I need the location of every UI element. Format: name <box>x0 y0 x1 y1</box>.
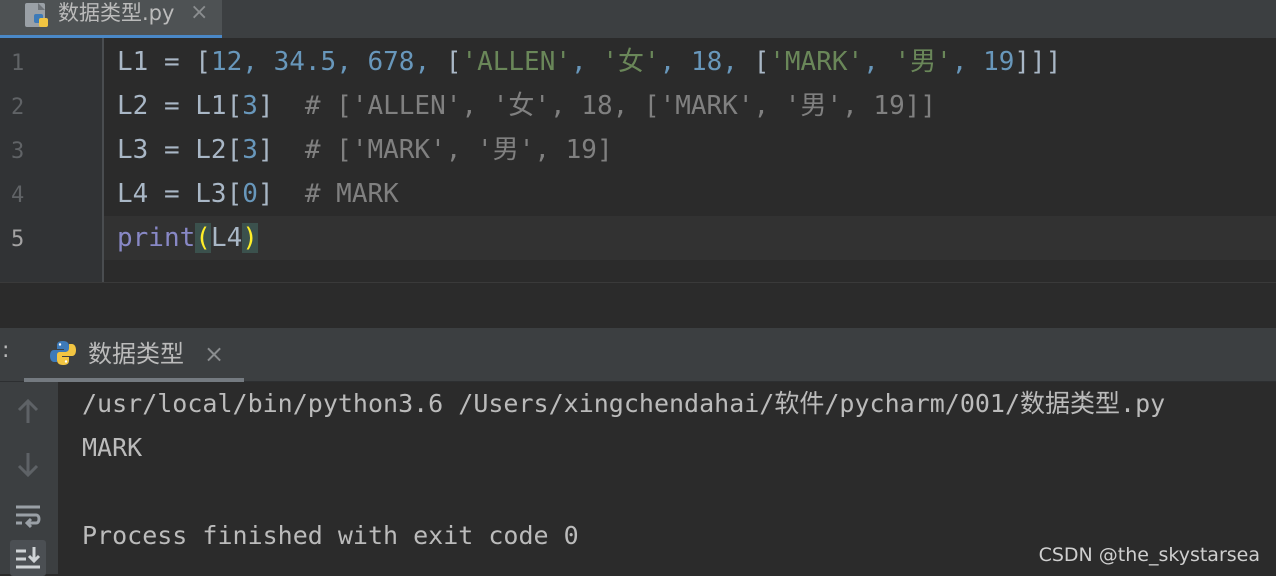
console-line: Process finished with exit code 0 <box>82 521 579 550</box>
code-line-3[interactable]: L3 = L2[3] # ['MARK', '男', 19] <box>117 134 613 166</box>
line-number: 4 <box>11 183 25 208</box>
line-number: 3 <box>11 139 25 164</box>
run-tab-label: 数据类型 <box>88 340 184 368</box>
line-number: 2 <box>11 95 25 120</box>
run-panel-title: : <box>2 338 10 363</box>
code-line-2[interactable]: L2 = L1[3] # ['ALLEN', '女', 18, ['MARK',… <box>117 90 936 122</box>
close-tab-icon[interactable]: × <box>190 0 208 26</box>
file-tab-label: 数据类型.py <box>58 1 175 25</box>
file-tab[interactable]: 数据类型.py × <box>0 0 222 38</box>
run-toolbar <box>0 382 58 576</box>
editor-tab-bar: 数据类型.py × <box>0 0 1276 38</box>
python-icon <box>50 341 76 365</box>
current-line-highlight <box>104 216 1276 260</box>
panel-divider[interactable] <box>0 282 1276 328</box>
arrow-up-icon[interactable] <box>10 394 46 430</box>
run-tab[interactable]: 数据类型 × <box>24 328 244 382</box>
watermark: CSDN @the_skystarsea <box>1038 544 1260 566</box>
soft-wrap-icon[interactable] <box>10 498 46 534</box>
run-panel-header: : 数据类型 × <box>0 328 1276 382</box>
code-line-4[interactable]: L4 = L3[0] # MARK <box>117 178 399 210</box>
console-line: MARK <box>82 433 143 462</box>
close-run-tab-icon[interactable]: × <box>204 340 224 368</box>
console-line: /usr/local/bin/python3.6 /Users/xingchen… <box>82 389 1166 418</box>
code-line-1[interactable]: L1 = [12, 34.5, 678, ['ALLEN', '女', 18, … <box>117 46 1061 78</box>
line-number: 1 <box>11 51 25 76</box>
arrow-down-icon[interactable] <box>10 446 46 482</box>
python-file-icon <box>25 3 48 27</box>
line-number-gutter: 1 2 3 4 5 <box>0 38 104 282</box>
line-number-current: 5 <box>11 227 25 252</box>
scroll-to-end-icon[interactable] <box>10 540 46 576</box>
code-line-5[interactable]: print(L4) <box>117 222 258 254</box>
code-editor[interactable]: 1 2 3 4 5 L1 = [12, 34.5, 678, ['ALLEN',… <box>0 38 1276 282</box>
